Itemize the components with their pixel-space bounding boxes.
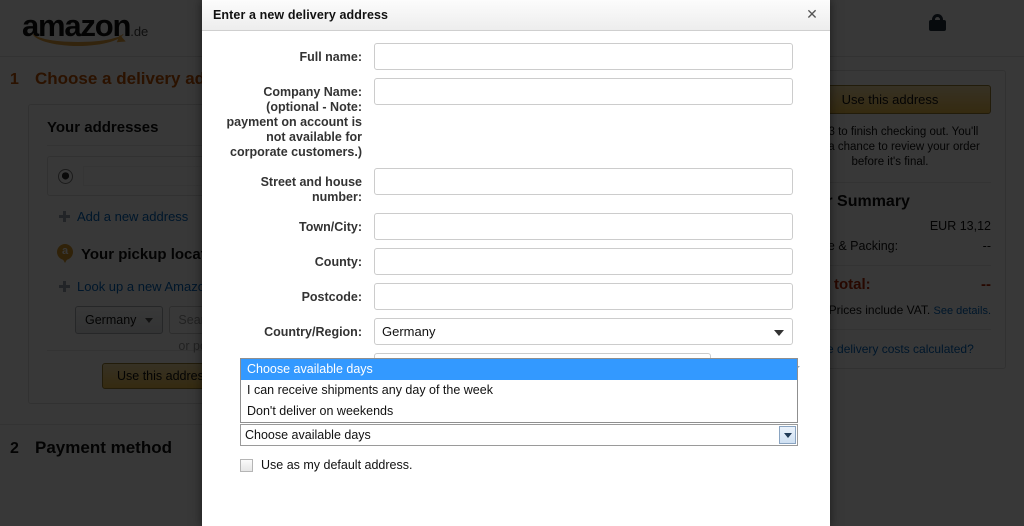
field-row-postcode: Postcode: xyxy=(202,283,830,310)
delivery-preferences-option[interactable]: Don't deliver on weekends xyxy=(241,401,797,422)
street-input[interactable] xyxy=(374,168,793,195)
delivery-preferences-select-wrapper: Choose available days I can receive ship… xyxy=(240,358,798,446)
field-row-town-city: Town/City: xyxy=(202,213,830,240)
town-city-label: Town/City: xyxy=(299,220,362,234)
delivery-preferences-select[interactable]: Choose available days xyxy=(240,424,798,446)
delivery-preferences-option[interactable]: Choose available days xyxy=(241,359,797,380)
street-label: Street and house number: xyxy=(260,175,362,204)
delivery-preferences-option-list[interactable]: Choose available days I can receive ship… xyxy=(240,358,798,423)
default-address-checkbox-row[interactable]: Use as my default address. xyxy=(240,458,830,472)
postcode-label: Postcode: xyxy=(301,290,362,304)
modal-titlebar: Enter a new delivery address ✕ xyxy=(202,0,830,31)
default-address-label: Use as my default address. xyxy=(261,458,413,472)
company-name-input[interactable] xyxy=(374,78,793,105)
full-name-input[interactable] xyxy=(374,43,793,70)
modal-body: Full name: Company Name: (optional - Not… xyxy=(202,31,830,472)
country-region-label: Country/Region: xyxy=(264,325,362,339)
country-region-value: Germany xyxy=(382,324,436,339)
modal-title: Enter a new delivery address xyxy=(213,8,389,22)
screen: amazon.de 1 Choose a delivery address Yo… xyxy=(0,0,1024,526)
field-row-country-region: Country/Region: Germany xyxy=(202,318,830,345)
default-address-checkbox[interactable] xyxy=(240,458,253,472)
field-row-full-name: Full name: xyxy=(202,43,830,70)
delivery-preferences-option[interactable]: I can receive shipments any day of the w… xyxy=(241,380,797,401)
country-region-select[interactable]: Germany xyxy=(374,318,793,345)
new-delivery-address-modal: Enter a new delivery address ✕ Full name… xyxy=(202,0,830,526)
county-label: County: xyxy=(314,255,362,269)
postcode-input[interactable] xyxy=(374,283,793,310)
town-city-input[interactable] xyxy=(374,213,793,240)
company-name-label: Company Name: (optional - Note: payment … xyxy=(226,85,362,159)
field-row-company-name: Company Name: (optional - Note: payment … xyxy=(202,78,830,160)
field-row-county: County: xyxy=(202,248,830,275)
dropdown-arrow-button[interactable] xyxy=(779,426,796,444)
county-input[interactable] xyxy=(374,248,793,275)
chevron-down-icon xyxy=(774,330,784,336)
field-row-street: Street and house number: xyxy=(202,168,830,205)
close-icon[interactable]: ✕ xyxy=(804,7,820,23)
delivery-preferences-selected-value: Choose available days xyxy=(245,428,371,442)
full-name-label: Full name: xyxy=(299,50,362,64)
